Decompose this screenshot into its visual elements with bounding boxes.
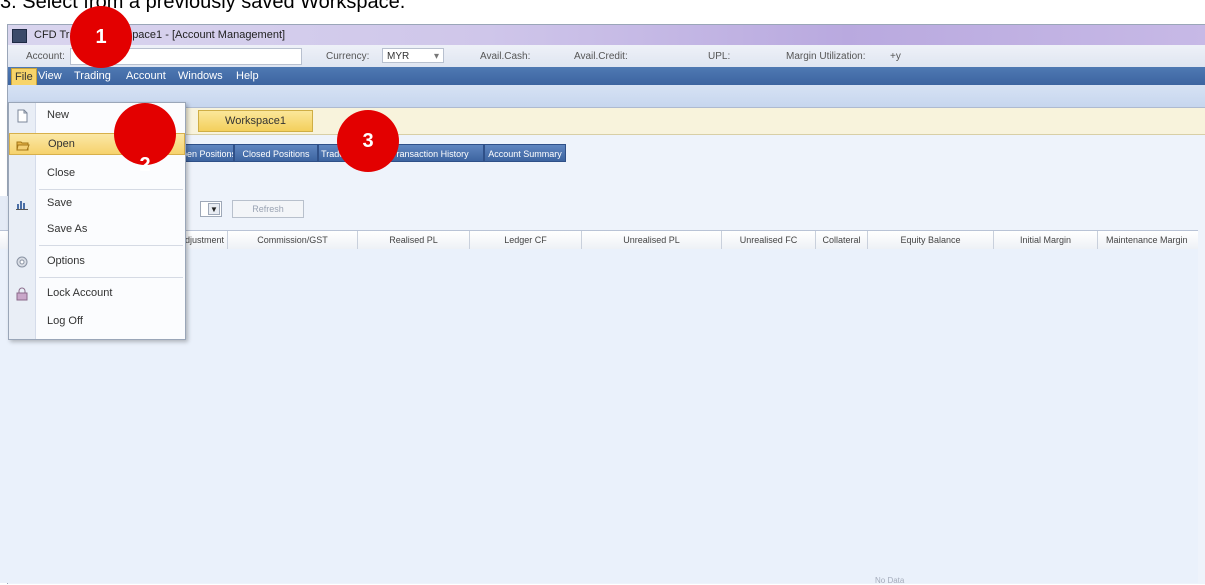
app-icon [12, 29, 27, 43]
period-dropdown[interactable]: ▼ [200, 201, 222, 217]
col-ledger-cf[interactable]: Ledger CF [470, 231, 582, 249]
menu-help[interactable]: Help [236, 70, 259, 82]
step-badge-1: 1 [70, 6, 132, 68]
menu-windows[interactable]: Windows [178, 70, 223, 82]
margin-utilization-label: Margin Utilization: [786, 51, 866, 62]
instruction-caption: 3. Select from a previously saved Worksp… [0, 0, 406, 13]
currency-select[interactable]: MYR ▾ [382, 48, 444, 63]
menu-item-label: Save As [47, 223, 88, 235]
chevron-down-icon: ▼ [208, 203, 220, 215]
tab-closed-positions[interactable]: Closed Positions [234, 144, 318, 162]
menu-bar: File View Trading Account Windows Help [8, 67, 1205, 86]
menu-file[interactable]: File [11, 68, 37, 86]
menu-separator [39, 189, 183, 190]
workspace-bar: Workspace1 [8, 108, 1205, 135]
chevron-down-icon: ▾ [433, 51, 439, 62]
avail-cash-label: Avail.Cash: [480, 51, 531, 62]
menu-separator [39, 277, 183, 278]
menu-item-lock-account[interactable]: Lock Account [9, 283, 185, 305]
menu-item-log-off[interactable]: Log Off [9, 311, 185, 333]
menu-view[interactable]: View [38, 70, 62, 82]
account-info-bar: Account: Currency: MYR ▾ Avail.Cash: Ava… [8, 45, 1205, 68]
menu-item-label: New [47, 109, 70, 121]
margin-utilization-value: +y [890, 51, 901, 62]
menu-separator [39, 245, 183, 246]
col-collateral[interactable]: Collateral [816, 231, 868, 249]
menu-account[interactable]: Account [126, 70, 166, 82]
upl-label: UPL: [708, 51, 731, 62]
menu-item-label: Close [47, 167, 76, 179]
col-unrealised-pl[interactable]: Unrealised PL [582, 231, 722, 249]
tab-account-summary[interactable]: Account Summary [484, 144, 566, 162]
menu-item-label: Save [47, 197, 73, 209]
menu-item-close[interactable]: Close [9, 163, 185, 185]
menu-item-label: Options [47, 255, 85, 267]
new-document-icon [17, 109, 28, 123]
col-equity-balance[interactable]: Equity Balance [868, 231, 994, 249]
menu-item-label: Lock Account [47, 287, 113, 299]
col-initial-margin[interactable]: Initial Margin [994, 231, 1098, 249]
lock-icon [16, 287, 28, 301]
col-maintenance-margin[interactable]: Maintenance Margin [1098, 231, 1198, 249]
menu-item-save[interactable]: Save [9, 193, 185, 215]
menu-item-options[interactable]: Options [9, 251, 185, 273]
folder-open-icon [16, 141, 30, 151]
currency-label: Currency: [326, 51, 370, 62]
toolbar-strip [8, 85, 1205, 108]
col-unrealised-fc[interactable]: Unrealised FC [722, 231, 816, 249]
menu-item-label: Log Off [47, 315, 83, 327]
menu-trading[interactable]: Trading [74, 70, 111, 82]
menu-item-save-as[interactable]: Save As [9, 219, 185, 241]
options-icon [16, 256, 28, 268]
account-label: Account: [26, 51, 65, 62]
step-badge-2: 2 [114, 103, 176, 176]
chart-save-icon [16, 201, 28, 210]
refresh-button[interactable]: Refresh [232, 200, 304, 218]
no-data-text: No Data [875, 576, 905, 585]
currency-value: MYR [387, 51, 410, 62]
title-bar: CFD Trader - Workspace1 - [Account Manag… [8, 25, 1205, 45]
avail-credit-label: Avail.Credit: [574, 51, 628, 62]
col-commission-gst[interactable]: Commission/GST [228, 231, 358, 249]
step-badge-3: 3 [337, 110, 399, 172]
col-realised-pl[interactable]: Realised PL [358, 231, 470, 249]
menu-item-label: Open [48, 138, 75, 150]
workspace-tab[interactable]: Workspace1 [198, 110, 313, 132]
